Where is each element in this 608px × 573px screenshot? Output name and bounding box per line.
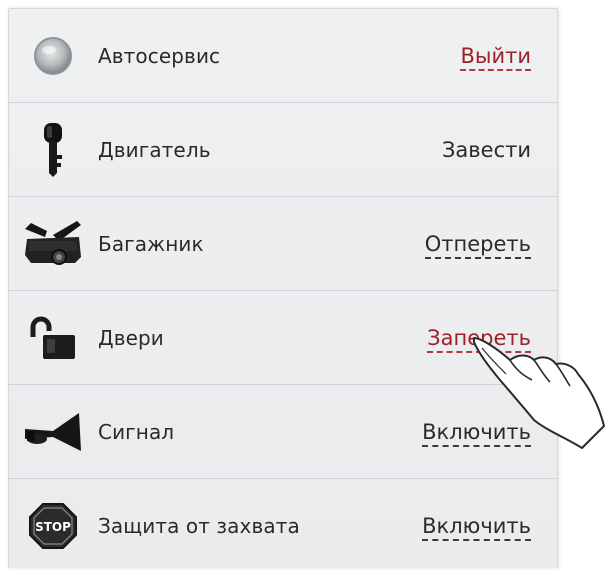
row-horn: Сигнал Включить: [9, 385, 557, 479]
row-trunk: Багажник Отпереть: [9, 197, 557, 291]
row-label: Двигатель: [98, 138, 211, 162]
padlock-open-icon: [23, 311, 83, 365]
unlock-trunk-button[interactable]: Отпереть: [424, 197, 531, 291]
row-service: Автосервис Выйти: [9, 9, 557, 103]
lock-doors-button[interactable]: Запереть: [427, 291, 531, 385]
row-label: Автосервис: [98, 44, 221, 68]
row-anti-hijack: STOP Защита от захвата Включить: [9, 479, 557, 573]
svg-text:STOP: STOP: [35, 520, 71, 534]
car-key-icon: [23, 123, 83, 177]
start-engine-button[interactable]: Завести: [442, 103, 531, 197]
row-label: Багажник: [98, 232, 204, 256]
enable-protection-button[interactable]: Включить: [422, 479, 531, 573]
stop-sign-icon: STOP: [23, 499, 83, 553]
service-light-icon: [23, 29, 83, 83]
car-trunk-icon: [23, 217, 83, 271]
exit-button[interactable]: Выйти: [460, 9, 531, 103]
row-engine: Двигатель Завести: [9, 103, 557, 197]
enable-signal-button[interactable]: Включить: [422, 385, 531, 479]
row-label: Двери: [98, 326, 164, 350]
row-label: Сигнал: [98, 420, 175, 444]
row-label: Защита от захвата: [98, 514, 300, 538]
horn-icon: [23, 405, 83, 459]
remote-control-panel: Автосервис Выйти Двигатель Завести Багаж…: [8, 8, 558, 568]
row-doors: Двери Запереть: [9, 291, 557, 385]
